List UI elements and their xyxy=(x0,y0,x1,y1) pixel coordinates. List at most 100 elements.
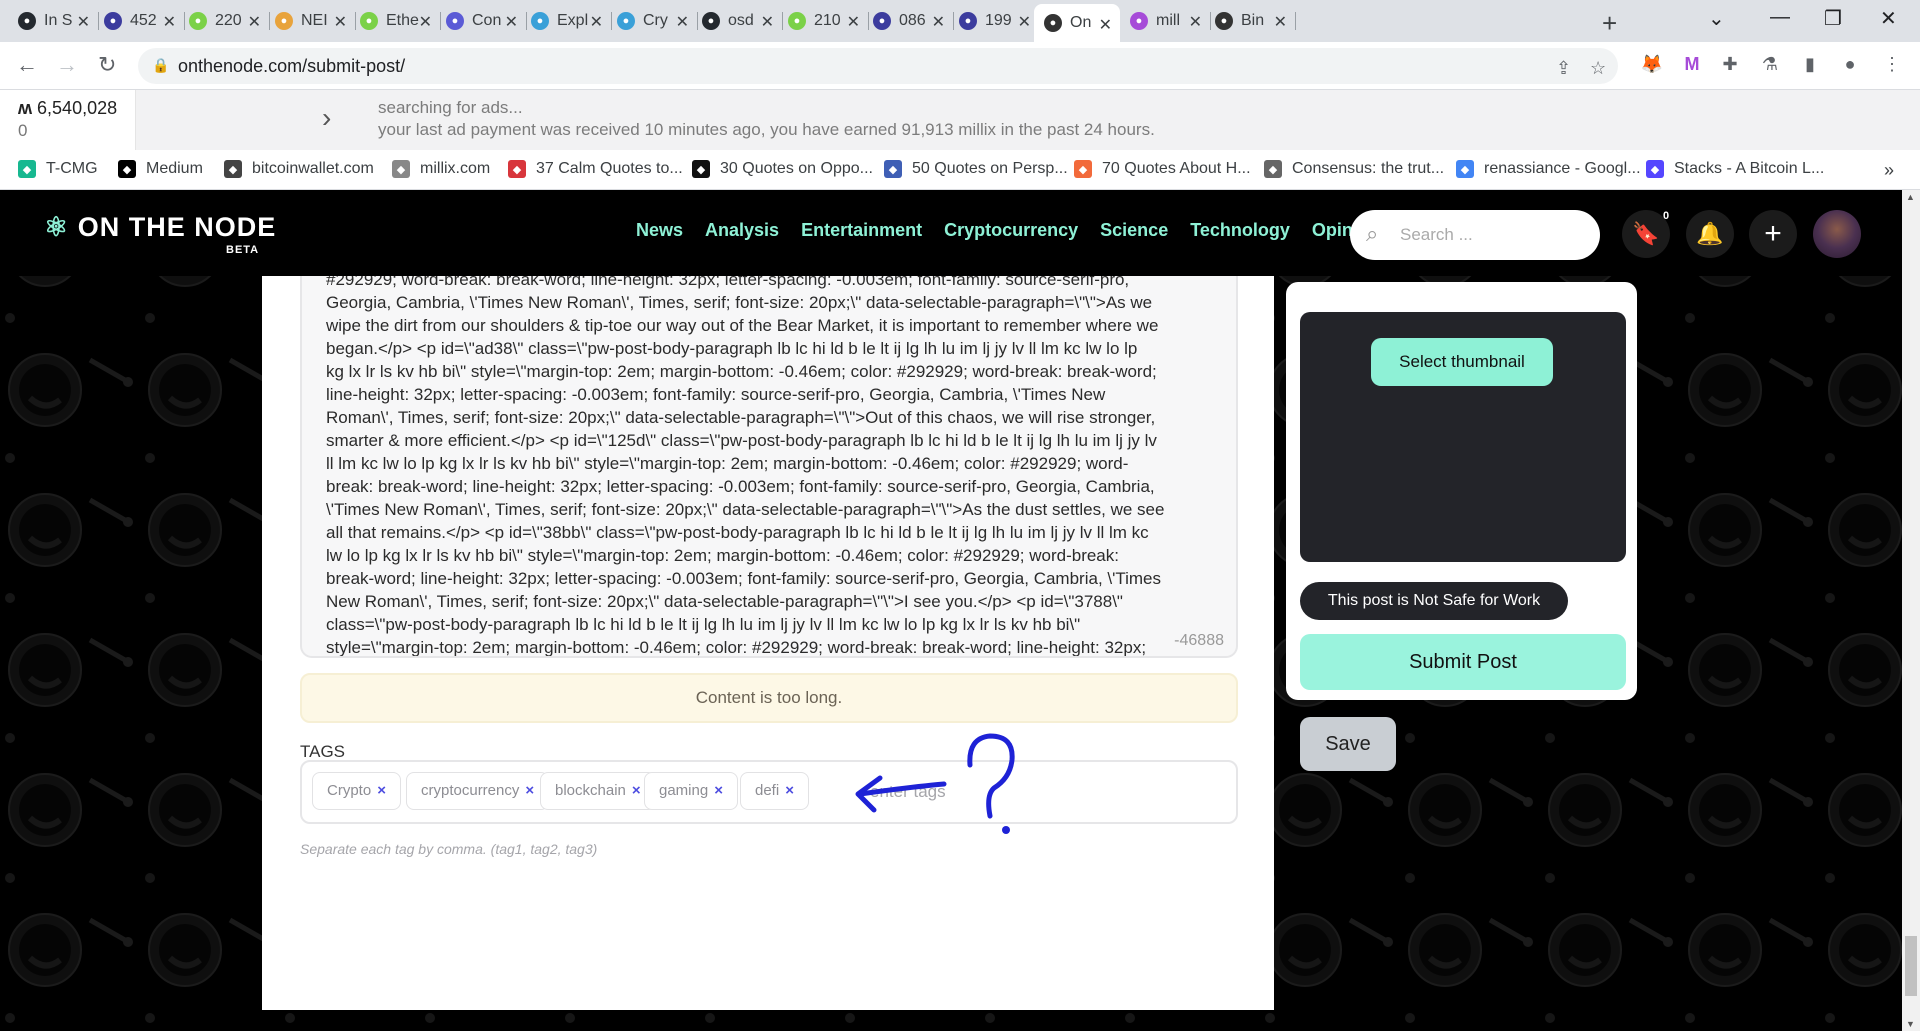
tab-separator xyxy=(1210,12,1211,30)
browser-tab[interactable]: ● 220 ✕ xyxy=(189,8,261,34)
bell-icon[interactable]: 🔔 xyxy=(1686,210,1734,258)
star-icon[interactable]: ☆ xyxy=(1590,58,1606,79)
close-tab-icon[interactable]: ✕ xyxy=(1018,12,1031,32)
site-logo[interactable]: ⚛ ON THE NODE BETA xyxy=(44,212,276,256)
minimize-icon[interactable]: — xyxy=(1770,6,1790,29)
coin-icon: ● xyxy=(959,12,977,30)
metamask-icon[interactable]: 🦊 xyxy=(1640,52,1664,76)
close-tab-icon[interactable]: ✕ xyxy=(590,12,603,32)
browser-tab[interactable]: ● In S ✕ xyxy=(18,8,90,34)
nav-science[interactable]: Science xyxy=(1100,220,1168,241)
create-post-icon[interactable]: + xyxy=(1749,210,1797,258)
reload-icon[interactable]: ↻ xyxy=(98,52,116,78)
close-tab-icon[interactable]: ✕ xyxy=(505,12,518,32)
bookmark-item[interactable]: ◆ bitcoinwallet.com xyxy=(224,160,374,178)
nav-cryptocurrency[interactable]: Cryptocurrency xyxy=(944,220,1078,241)
remove-tag-icon[interactable]: × xyxy=(714,782,723,799)
medium-icon: ◆ xyxy=(118,160,136,178)
close-tab-icon[interactable]: ✕ xyxy=(1099,15,1112,35)
select-thumbnail-button[interactable]: Select thumbnail xyxy=(1371,338,1553,386)
maximize-icon[interactable]: ❐ xyxy=(1824,6,1842,31)
nav-entertainment[interactable]: Entertainment xyxy=(801,220,922,241)
remove-tag-icon[interactable]: × xyxy=(525,782,534,799)
browser-tab[interactable]: ● 086 ✕ xyxy=(873,8,945,34)
browser-tab[interactable]: ● Cry ✕ xyxy=(617,8,689,34)
bookmark-label: Medium xyxy=(146,160,203,177)
close-tab-icon[interactable]: ✕ xyxy=(334,12,347,32)
bookmark-label: Consensus: the trut... xyxy=(1292,160,1445,177)
browser-tab[interactable]: ● NEI ✕ xyxy=(275,8,347,34)
millix-balance[interactable]: ʍ 6,540,028 0 xyxy=(0,90,136,150)
nav-technology[interactable]: Technology xyxy=(1190,220,1290,241)
bookmark-item[interactable]: ◆ 37 Calm Quotes to... xyxy=(508,160,683,178)
content-text[interactable]: #292929; word-break: break-word; line-he… xyxy=(326,276,1212,656)
close-tab-icon[interactable]: ✕ xyxy=(1274,12,1287,32)
close-tab-icon[interactable]: ✕ xyxy=(676,12,689,32)
close-tab-icon[interactable]: ✕ xyxy=(847,12,860,32)
browser-tab[interactable]: ● On ✕ xyxy=(1034,4,1120,42)
close-tab-icon[interactable]: ✕ xyxy=(163,12,176,32)
profile-icon[interactable]: ● xyxy=(1838,52,1862,76)
bookmark-item[interactable]: ◆ Stacks - A Bitcoin L... xyxy=(1646,160,1824,178)
scroll-down-icon[interactable]: ▼ xyxy=(1906,1019,1915,1029)
nav-news[interactable]: News xyxy=(636,220,683,241)
content-editor[interactable]: #292929; word-break: break-word; line-he… xyxy=(300,276,1238,658)
browser-tab[interactable]: ● 199 ✕ xyxy=(959,8,1031,34)
share-icon[interactable]: ⇪ xyxy=(1556,58,1571,79)
tag-input-placeholder[interactable]: enter tags xyxy=(870,782,946,802)
save-button[interactable]: Save xyxy=(1300,717,1396,771)
address-bar[interactable]: 🔒 onthenode.com/submit-post/ ⇪ ☆ xyxy=(138,48,1618,84)
remove-tag-icon[interactable]: × xyxy=(632,782,641,799)
more-bookmarks-icon[interactable]: » xyxy=(1884,160,1894,181)
nav-analysis[interactable]: Analysis xyxy=(705,220,779,241)
search-input[interactable]: Search ... xyxy=(1400,225,1473,245)
scroll-up-icon[interactable]: ▲ xyxy=(1906,192,1915,202)
beta-label: BETA xyxy=(226,244,260,256)
close-tab-icon[interactable]: ✕ xyxy=(77,12,90,32)
millix-extension-icon[interactable]: M xyxy=(1680,52,1704,76)
close-tab-icon[interactable]: ✕ xyxy=(248,12,261,32)
browser-tab[interactable]: ● Con ✕ xyxy=(446,8,518,34)
close-tab-icon[interactable]: ✕ xyxy=(1189,12,1202,32)
sidepanel-icon[interactable]: ▮ xyxy=(1798,52,1822,76)
tag-label: Crypto xyxy=(327,782,372,799)
browser-tab[interactable]: ● 452 ✕ xyxy=(104,8,176,34)
browser-tab[interactable]: ● mill ✕ xyxy=(1130,8,1202,34)
tab-search-icon[interactable]: ⌄ xyxy=(1708,6,1725,31)
submit-post-button[interactable]: Submit Post xyxy=(1300,634,1626,690)
chevron-right-icon[interactable]: › xyxy=(322,102,331,134)
remove-tag-icon[interactable]: × xyxy=(377,782,386,799)
tags-input[interactable]: Crypto × cryptocurrency × blockchain × gaming ×… xyxy=(300,760,1238,824)
site-search[interactable]: ⌕ Search ... xyxy=(1350,210,1600,260)
bookmark-item[interactable]: ◆ 30 Quotes on Oppo... xyxy=(692,160,873,178)
extensions-icon[interactable]: ✚ xyxy=(1718,52,1742,76)
labs-icon[interactable]: ⚗ xyxy=(1758,52,1782,76)
url-text[interactable]: onthenode.com/submit-post/ xyxy=(178,56,405,77)
browser-tab[interactable]: ● 210 ✕ xyxy=(788,8,860,34)
bookmark-item[interactable]: ◆ renassiance - Googl... xyxy=(1456,160,1641,178)
menu-icon[interactable]: ⋮ xyxy=(1880,52,1904,76)
close-tab-icon[interactable]: ✕ xyxy=(761,12,774,32)
bookmark-item[interactable]: ◆ T-CMG xyxy=(18,160,98,178)
nsfw-toggle[interactable]: This post is Not Safe for Work xyxy=(1300,582,1568,620)
scrollbar-thumb[interactable] xyxy=(1905,936,1917,996)
avatar[interactable] xyxy=(1813,210,1861,258)
bookmark-item[interactable]: ◆ 50 Quotes on Persp... xyxy=(884,160,1068,178)
close-tab-icon[interactable]: ✕ xyxy=(932,12,945,32)
bookmark-item[interactable]: ◆ 70 Quotes About H... xyxy=(1074,160,1251,178)
browser-tab[interactable]: ● Ethe ✕ xyxy=(360,8,432,34)
browser-tab[interactable]: ● Bin ✕ xyxy=(1215,8,1287,34)
back-icon[interactable]: ← xyxy=(16,52,38,78)
close-tab-icon[interactable]: ✕ xyxy=(419,12,432,32)
close-window-icon[interactable]: ✕ xyxy=(1880,6,1897,31)
browser-tab[interactable]: ● Expl ✕ xyxy=(531,8,603,34)
content-line: Roman\', Times, serif; font-size: 20px;\… xyxy=(326,408,1156,427)
page-scrollbar[interactable]: ▲ ▼ xyxy=(1902,190,1920,1031)
bookmark-item[interactable]: ◆ Consensus: the trut... xyxy=(1264,160,1444,178)
browser-tab[interactable]: ● osd ✕ xyxy=(702,8,774,34)
new-tab-button[interactable]: + xyxy=(1602,8,1617,39)
remove-tag-icon[interactable]: × xyxy=(785,782,794,799)
bookmark-item[interactable]: ◆ millix.com xyxy=(392,160,490,178)
bookmark-item[interactable]: ◆ Medium xyxy=(118,160,203,178)
forward-icon[interactable]: → xyxy=(56,52,78,78)
